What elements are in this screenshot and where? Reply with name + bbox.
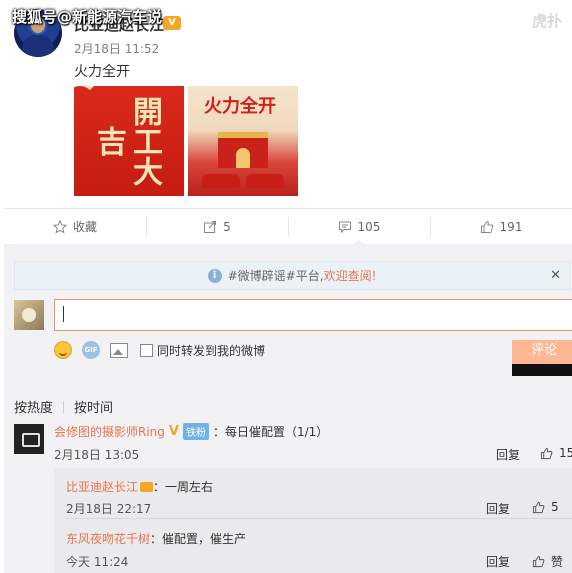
composer-toolbar: GIF 同时转发到我的微博 <box>54 340 265 360</box>
repost-checkbox-label[interactable]: 同时转发到我的微博 <box>157 342 265 359</box>
repost-checkbox[interactable] <box>140 343 153 357</box>
reply-user-name[interactable]: 比亚迪赵长江 <box>66 478 138 495</box>
sort-divider <box>63 400 65 413</box>
reply-divider <box>66 518 572 519</box>
reply-button[interactable]: 回复 <box>496 446 520 463</box>
repost-button[interactable]: 5 <box>146 209 288 244</box>
reply-list: 比亚迪赵长江 ：一周左右 2月18日 22:17 回复 5 东风夜吻花千树 ：催… <box>54 468 572 573</box>
post-image-2[interactable]: 火力全开 <box>188 86 298 196</box>
verified-v-icon: V <box>168 424 179 439</box>
image-upload-icon[interactable] <box>110 342 128 358</box>
thumbs-up-icon <box>480 220 493 233</box>
reply-like-button[interactable]: 赞 <box>532 553 563 570</box>
comment-button[interactable]: 105 <box>288 209 430 245</box>
repost-icon <box>204 220 217 233</box>
watermark: 搜狐号@新能源汽车说 <box>12 8 163 26</box>
reply-line: 比亚迪赵长江 ：一周左右 <box>66 478 213 495</box>
vip-badge-icon <box>140 481 154 492</box>
comment-time: 2月18日 13:05 <box>54 448 140 462</box>
weibo-post-page: 搜狐号@新能源汽车说 虎扑 比亚迪赵长江 V 2月18日 11:52 火力全开 … <box>0 0 572 573</box>
corner-watermark: 虎扑 <box>531 12 562 30</box>
tab-sort-time[interactable]: 按时间 <box>74 397 113 416</box>
comment-section: i #微博辟谣#平台, 欢迎查阅! ✕ GIF 同时转发到我的微博 评论 按热度… <box>4 244 572 573</box>
comment-like-button[interactable]: 15 <box>540 446 572 460</box>
thumbs-up-icon <box>532 555 545 568</box>
notice-text: #微博辟谣#平台, <box>227 269 324 283</box>
reply-line: 东风夜吻花千树 ：催配置，催生产 <box>66 530 246 547</box>
image-2-title: 火力全开 <box>204 96 276 117</box>
notice-link[interactable]: 欢迎查阅! <box>324 267 377 284</box>
image-gate <box>218 132 268 168</box>
post-action-bar: 收藏 5 105 191 <box>4 208 572 245</box>
post-time[interactable]: 2月18日 11:52 <box>74 40 159 57</box>
reply-text: ：一周左右 <box>153 480 214 494</box>
post-text: 火力全开 <box>74 64 130 80</box>
reply-button[interactable]: 回复 <box>486 500 510 517</box>
image-1-text: 開工大吉 <box>91 96 162 186</box>
reply-text: ：催配置，催生产 <box>150 532 247 546</box>
rumor-notice-bar: i #微博辟谣#平台, 欢迎查阅! ✕ <box>14 261 570 290</box>
comment-icon <box>338 221 351 233</box>
gif-icon[interactable]: GIF <box>82 341 100 359</box>
close-icon[interactable]: ✕ <box>550 268 561 283</box>
favorite-button[interactable]: 收藏 <box>4 209 146 244</box>
image-car-right <box>246 174 284 188</box>
text-caret <box>63 306 64 322</box>
commenter-avatar[interactable] <box>14 424 44 454</box>
sort-tabs: 按热度 按时间 <box>14 397 113 416</box>
star-icon <box>52 219 67 234</box>
avatar-suit <box>22 35 54 57</box>
comment-like-count: 15 <box>559 446 572 460</box>
comment-text: ：每日催配置（1/1） <box>212 425 329 439</box>
my-avatar[interactable] <box>14 300 44 330</box>
like-count: 191 <box>499 219 523 234</box>
submit-comment-button[interactable]: 评论 <box>512 340 572 376</box>
tab-sort-hot[interactable]: 按热度 <box>14 397 53 416</box>
reply-user-name[interactable]: 东风夜吻花千树 <box>66 530 150 547</box>
post-image-1[interactable]: 開工大吉 <box>74 86 184 196</box>
like-button[interactable]: 191 <box>430 209 572 244</box>
favorite-label: 收藏 <box>72 220 97 234</box>
reply-like-button[interactable]: 5 <box>532 500 559 514</box>
reply-time: 2月18日 22:17 <box>66 502 152 516</box>
thumbs-up-icon <box>532 501 545 513</box>
reply-like-label: 赞 <box>551 555 564 569</box>
info-icon: i <box>207 268 222 283</box>
comment-line: 会修图的摄影师Ring V 铁粉 ：每日催配置（1/1） <box>54 423 328 440</box>
reply-time: 今天 11:24 <box>66 555 129 569</box>
emoji-icon[interactable] <box>54 341 72 359</box>
fan-badge: 铁粉 <box>182 423 209 440</box>
commenter-name[interactable]: 会修图的摄影师Ring <box>54 423 165 440</box>
reply-like-count: 5 <box>551 500 559 514</box>
repost-count: 5 <box>223 219 231 234</box>
reply-button[interactable]: 回复 <box>486 553 510 570</box>
comment-input[interactable] <box>54 299 572 331</box>
image-car-left <box>202 174 240 188</box>
comment-count: 105 <box>357 219 381 234</box>
vip-badge-icon: V <box>163 16 181 30</box>
thumbs-up-icon <box>540 447 553 459</box>
